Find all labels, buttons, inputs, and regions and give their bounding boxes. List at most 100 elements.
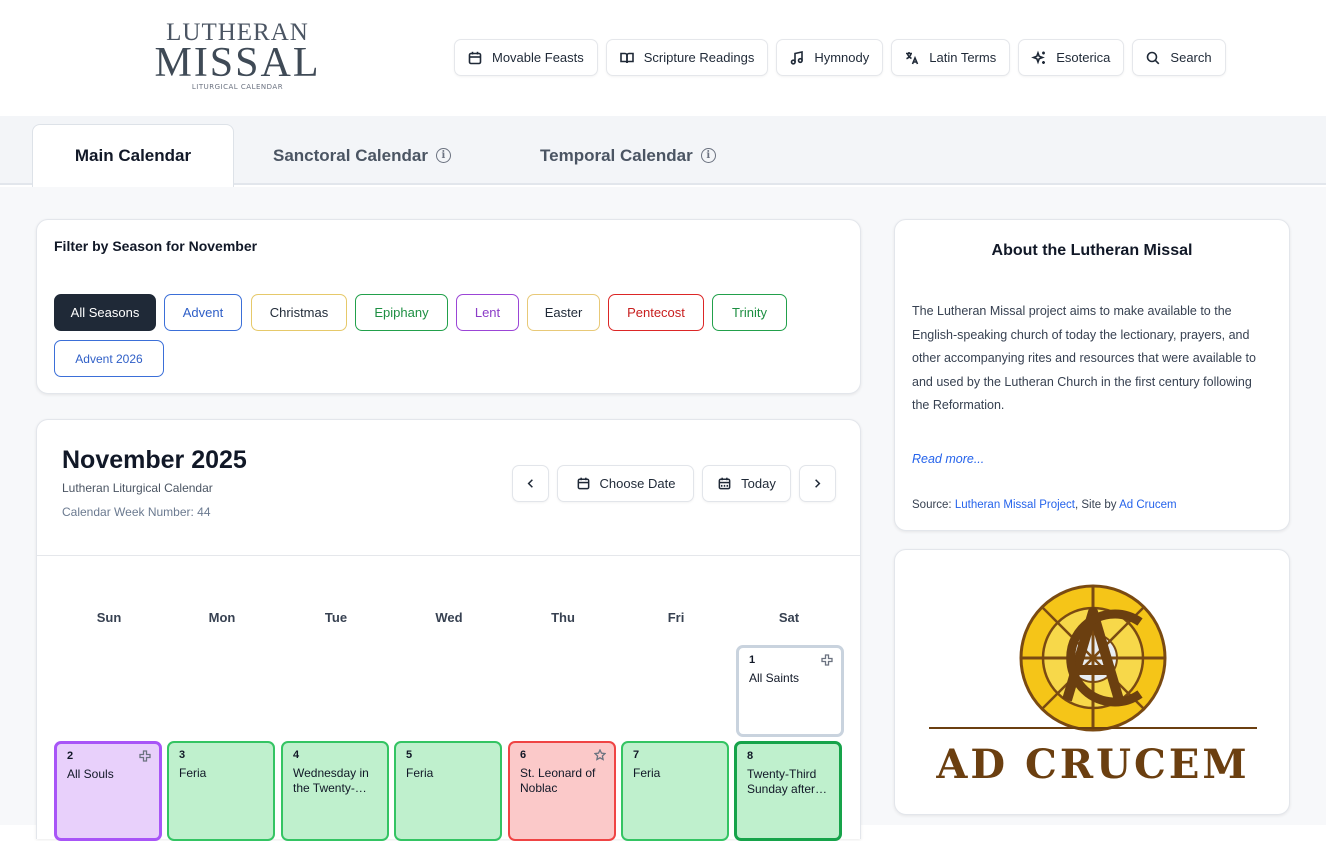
calendar-day-4[interactable]: 4 Wednesday in the Twenty-… [281, 741, 389, 841]
chip-pentecost[interactable]: Pentecost [608, 294, 704, 331]
chip-all-seasons[interactable]: All Seasons [54, 294, 156, 331]
day-number: 2 [67, 750, 74, 762]
today-label: Today [741, 476, 776, 491]
translate-icon [906, 51, 919, 64]
tab-temporal-calendar-label: Temporal Calendar [540, 145, 693, 165]
tab-sanctoral-calendar-label: Sanctoral Calendar [273, 145, 428, 165]
next-month-button[interactable] [799, 465, 836, 502]
chip-epiphany[interactable]: Epiphany [355, 294, 448, 331]
calendar-divider [37, 555, 860, 556]
day-feast: St. Leonard of Noblac [520, 766, 596, 795]
scripture-readings-button[interactable]: Scripture Readings [605, 39, 769, 76]
chevron-right-icon [815, 479, 821, 488]
weekday-fri: Fri [667, 610, 685, 625]
tab-temporal-calendar[interactable]: Temporal Calendar i [540, 124, 716, 187]
calendar-day-2[interactable]: 2 All Souls [54, 741, 162, 841]
filter-title: Filter by Season for November [54, 238, 258, 254]
day-feast: Feria [633, 766, 661, 780]
sparkles-icon [1031, 50, 1046, 64]
weekday-sat: Sat [778, 610, 800, 625]
calendar-icon [577, 477, 589, 490]
hymnody-button[interactable]: Hymnody [776, 39, 884, 76]
chip-advent-2026[interactable]: Advent 2026 [54, 340, 164, 377]
day-feast: All Saints [749, 671, 800, 685]
read-more-link[interactable]: Read more... [912, 452, 984, 466]
calendar-day-6[interactable]: 6 St. Leonard of Noblac [508, 741, 616, 841]
calendar-day-1[interactable]: 1 All Saints [736, 645, 844, 737]
tab-main-calendar-label: Main Calendar [74, 146, 192, 165]
day-number: 3 [179, 749, 186, 761]
search-button[interactable]: Search [1132, 39, 1226, 76]
season-filter-card: Filter by Season for November All Season… [36, 219, 861, 394]
day-number: 4 [293, 749, 300, 761]
chip-trinity[interactable]: Trinity [712, 294, 787, 331]
info-icon[interactable]: i [435, 148, 451, 163]
site-link[interactable]: Ad Crucem [1119, 499, 1177, 511]
latin-terms-label: Latin Terms [929, 50, 997, 65]
weekday-thu: Thu [551, 610, 575, 625]
day-number: 1 [749, 654, 756, 666]
day-feast: Wednesday in the Twenty-… [293, 766, 369, 795]
latin-terms-button[interactable]: Latin Terms [891, 39, 1011, 76]
weekday-sun: Sun [96, 610, 122, 625]
site-logo[interactable]: LUTHERAN MISSAL LITURGICAL CALENDAR [150, 20, 325, 91]
search-label: Search [1170, 50, 1212, 65]
calendar-day-5[interactable]: 5 Feria [394, 741, 502, 841]
ad-crucem-logo: AD CRUCEM [929, 584, 1257, 788]
scripture-readings-label: Scripture Readings [643, 50, 755, 65]
day-number: 8 [747, 750, 754, 762]
calendar-month-title: November 2025 [62, 446, 247, 474]
main-content: Filter by Season for November All Season… [0, 187, 1326, 841]
chevron-left-icon [527, 479, 533, 488]
esoterica-button[interactable]: Esoterica [1018, 39, 1125, 76]
day-number: 6 [520, 749, 527, 761]
weekday-tue: Tue [324, 610, 348, 625]
esoterica-label: Esoterica [1056, 50, 1111, 65]
about-title: About the Lutheran Missal [991, 242, 1193, 259]
calendar-card: November 2025 Lutheran Liturgical Calend… [36, 419, 861, 841]
weekday-mon: Mon [208, 610, 236, 625]
logo-line2: MISSAL [154, 40, 321, 86]
day-feast: All Souls [67, 767, 114, 781]
calendar-subtitle: Lutheran Liturgical Calendar [62, 481, 213, 495]
source-prefix: Source: [912, 499, 955, 511]
movable-feasts-button[interactable]: Movable Feasts [454, 39, 598, 76]
day-feast: Feria [406, 766, 434, 780]
site-by-text: , Site by [1075, 499, 1120, 511]
tab-sanctoral-calendar[interactable]: Sanctoral Calendar i [273, 124, 451, 187]
choose-date-button[interactable]: Choose Date [557, 465, 694, 502]
calendar-tabs: Main Calendar Sanctoral Calendar i Tempo… [0, 116, 1326, 187]
day-feast: Twenty-Third Sunday after… [747, 767, 828, 796]
top-navigation: Movable Feasts Scripture Readings Hymnod… [454, 39, 1226, 76]
movable-feasts-label: Movable Feasts [492, 50, 584, 65]
calendar-day-3[interactable]: 3 Feria [167, 741, 275, 841]
about-card: About the Lutheran Missal The Lutheran M… [894, 219, 1290, 531]
music-note-icon [791, 50, 804, 65]
calendar-week-number: Calendar Week Number: 44 [62, 505, 211, 519]
chip-easter[interactable]: Easter [527, 294, 600, 331]
day-feast: Feria [179, 766, 207, 780]
star-icon [593, 748, 607, 761]
day-number: 7 [633, 749, 640, 761]
chip-lent[interactable]: Lent [456, 294, 519, 331]
source-line: Source: Lutheran Missal Project, Site by… [912, 499, 1177, 511]
site-header: LUTHERAN MISSAL LITURGICAL CALENDAR Mova… [0, 0, 1326, 116]
day-number: 5 [406, 749, 413, 761]
ad-crucem-card[interactable]: AD CRUCEM [894, 549, 1290, 815]
cross-icon [139, 750, 151, 762]
search-icon [1147, 51, 1160, 64]
chip-christmas[interactable]: Christmas [251, 294, 347, 331]
weekday-wed: Wed [435, 610, 463, 625]
source-link[interactable]: Lutheran Missal Project [955, 499, 1075, 511]
tab-main-calendar[interactable]: Main Calendar [32, 124, 234, 187]
info-icon[interactable]: i [700, 148, 716, 163]
choose-date-label: Choose Date [599, 476, 676, 491]
calendar-day-7[interactable]: 7 Feria [621, 741, 729, 841]
cross-icon [821, 654, 833, 666]
ad-crucem-wordmark: AD CRUCEM [935, 741, 1249, 788]
calendar-day-8[interactable]: 8 Twenty-Third Sunday after… [734, 741, 842, 841]
chip-advent[interactable]: Advent [164, 294, 242, 331]
today-button[interactable]: Today [702, 465, 791, 502]
prev-month-button[interactable] [512, 465, 549, 502]
calendar-icon [468, 51, 482, 64]
